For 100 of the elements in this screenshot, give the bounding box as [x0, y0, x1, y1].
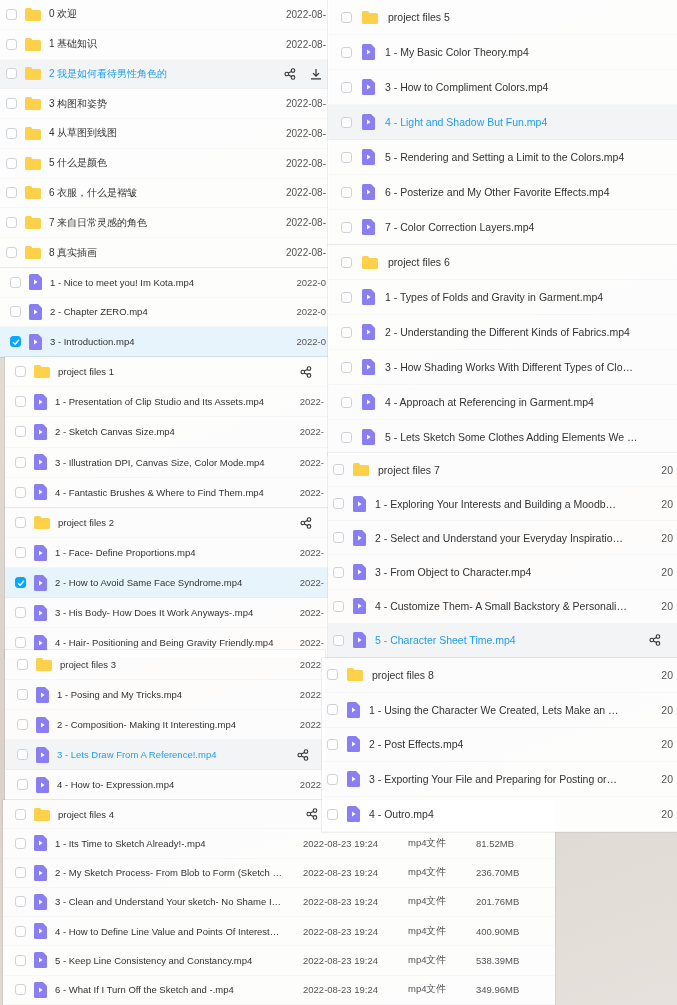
checkbox[interactable] — [341, 81, 352, 93]
checkbox[interactable] — [15, 867, 26, 879]
checkbox[interactable] — [333, 566, 344, 578]
checkbox[interactable] — [341, 431, 352, 443]
checkbox[interactable] — [15, 837, 26, 849]
checkbox[interactable] — [6, 247, 17, 258]
checkbox[interactable] — [341, 256, 352, 268]
file-name[interactable]: 4 - Fantastic Brushes & Where to Find Them.mp4 — [55, 486, 292, 498]
checkbox[interactable] — [15, 486, 26, 498]
folder-name[interactable]: project files 2 — [58, 517, 292, 528]
checkbox[interactable] — [15, 984, 26, 996]
folder-name[interactable]: project files 4 — [58, 808, 298, 820]
share-icon[interactable] — [284, 67, 296, 80]
checkbox[interactable] — [327, 773, 338, 785]
file-name[interactable]: 4 - How to- Expression.mp4 — [57, 779, 292, 790]
download-icon[interactable] — [310, 67, 322, 80]
checkbox[interactable] — [15, 577, 26, 588]
file-name[interactable]: 1 - Face- Define Proportions.mp4 — [55, 547, 292, 558]
share-icon[interactable] — [300, 516, 312, 529]
file-name[interactable]: 1 - Presentation of Clip Studio and Its Assets.mp4 — [55, 396, 292, 408]
checkbox[interactable] — [6, 127, 17, 139]
checkbox[interactable] — [15, 808, 26, 820]
folder-name[interactable]: 7 来自日常灵感的角色 — [49, 215, 278, 230]
checkbox[interactable] — [17, 719, 28, 730]
checkbox[interactable] — [15, 517, 26, 528]
folder-name[interactable]: project files 7 — [378, 463, 653, 476]
checkbox[interactable] — [10, 306, 21, 318]
file-name[interactable]: 1 - Its Time to Sketch Already!-.mp4 — [55, 837, 295, 849]
file-name[interactable]: 5 - Rendering and Setting a Limit to the Colors.mp4 — [385, 151, 673, 163]
checkbox[interactable] — [17, 689, 28, 700]
file-name[interactable]: 2 - Chapter ZERO.mp4 — [50, 306, 289, 318]
checkbox[interactable] — [333, 532, 344, 544]
file-name[interactable]: 2 - How to Avoid Same Face Syndrome.mp4 — [55, 577, 292, 588]
file-name[interactable]: 3 - How Shading Works With Different Types of Clo… — [385, 361, 673, 373]
checkbox[interactable] — [6, 8, 17, 20]
checkbox[interactable] — [10, 336, 21, 348]
share-icon[interactable] — [649, 634, 661, 647]
folder-name[interactable]: 5 什么是颜色 — [49, 156, 278, 171]
file-name[interactable]: 5 - Lets Sketch Some Clothes Adding Elements We … — [385, 431, 673, 443]
folder-name[interactable]: 4 从草图到线图 — [49, 126, 278, 141]
file-name[interactable]: 3 - Clean and Understand Your sketch- No Shame I… — [55, 896, 295, 908]
checkbox[interactable] — [341, 116, 352, 128]
folder-name[interactable]: project files 1 — [58, 366, 292, 378]
file-name[interactable]: 2 - Sketch Canvas Size.mp4 — [55, 426, 292, 438]
file-name[interactable]: 3 - His Body- How Does It Work Anyways-.mp4 — [55, 607, 292, 618]
folder-name[interactable]: 0 欢迎 — [49, 7, 278, 22]
checkbox[interactable] — [333, 600, 344, 612]
share-icon[interactable] — [306, 808, 318, 821]
checkbox[interactable] — [327, 669, 338, 681]
file-name[interactable]: 4 - Hair- Positioning and Being Gravity Friendly.mp4 — [55, 637, 292, 648]
checkbox[interactable] — [327, 739, 338, 750]
checkbox[interactable] — [6, 217, 17, 229]
checkbox[interactable] — [6, 98, 17, 110]
file-name[interactable]: 4 - Customize Them- A Small Backstory & Personali… — [375, 600, 653, 613]
checkbox[interactable] — [15, 925, 26, 937]
file-name[interactable]: 1 - Exploring Your Interests and Building a Moodb… — [375, 497, 653, 510]
checkbox[interactable] — [17, 779, 28, 790]
file-name[interactable]: 2 - Select and Understand your Everyday Inspiratio… — [375, 531, 653, 544]
folder-name[interactable]: project files 3 — [60, 659, 292, 670]
checkbox[interactable] — [10, 276, 21, 288]
checkbox[interactable] — [333, 634, 344, 646]
file-name[interactable]: 2 - Composition- Making It Interesting.mp4 — [57, 719, 292, 730]
file-name[interactable]: 1 - Posing and My Tricks.mp4 — [57, 689, 292, 700]
folder-name[interactable]: 1 基础知识 — [49, 37, 278, 52]
file-name[interactable]: 2 - Understanding the Different Kinds of Fabrics.mp4 — [385, 326, 673, 338]
checkbox[interactable] — [15, 366, 26, 378]
file-name[interactable]: 4 - Outro.mp4 — [369, 808, 653, 821]
file-name[interactable]: 2 - My Sketch Process- From Blob to Form (Sketch … — [55, 867, 295, 879]
file-name[interactable]: 3 - Introduction.mp4 — [50, 336, 289, 348]
share-icon[interactable] — [300, 365, 312, 378]
file-name[interactable]: 1 - Types of Folds and Gravity in Garment.mp4 — [385, 291, 673, 303]
checkbox[interactable] — [341, 221, 352, 233]
checkbox[interactable] — [15, 607, 26, 618]
checkbox[interactable] — [17, 749, 28, 760]
file-name[interactable]: 5 - Keep Line Consistency and Constancy.mp4 — [55, 954, 295, 966]
checkbox[interactable] — [6, 68, 17, 80]
folder-name[interactable]: project files 6 — [388, 256, 673, 268]
checkbox[interactable] — [15, 426, 26, 438]
checkbox[interactable] — [15, 896, 26, 908]
checkbox[interactable] — [327, 704, 338, 716]
checkbox[interactable] — [341, 361, 352, 373]
checkbox[interactable] — [341, 396, 352, 408]
checkbox[interactable] — [333, 464, 344, 476]
checkbox[interactable] — [333, 498, 344, 510]
checkbox[interactable] — [17, 659, 28, 670]
folder-name[interactable]: project files 8 — [372, 668, 653, 681]
file-name[interactable]: 1 - Using the Character We Created, Lets Make an … — [369, 703, 653, 716]
checkbox[interactable] — [341, 291, 352, 303]
folder-name[interactable]: project files 5 — [388, 11, 673, 23]
file-name[interactable]: 4 - How to Define Line Value and Points Of Interest… — [55, 925, 295, 937]
file-name[interactable]: 6 - What If I Turn Off the Sketch and -.mp4 — [55, 984, 295, 996]
file-name[interactable]: 3 - How to Compliment Colors.mp4 — [385, 81, 673, 93]
checkbox[interactable] — [341, 326, 352, 338]
file-name[interactable]: 1 - Nice to meet you! Im Kota.mp4 — [50, 276, 289, 288]
folder-name[interactable]: 6 衣服，什么是褶皱 — [49, 185, 278, 200]
folder-name[interactable]: 3 构图和姿势 — [49, 96, 278, 111]
folder-name[interactable]: 8 真实插画 — [49, 245, 278, 260]
checkbox[interactable] — [327, 808, 338, 820]
checkbox[interactable] — [6, 38, 17, 50]
checkbox[interactable] — [15, 396, 26, 408]
